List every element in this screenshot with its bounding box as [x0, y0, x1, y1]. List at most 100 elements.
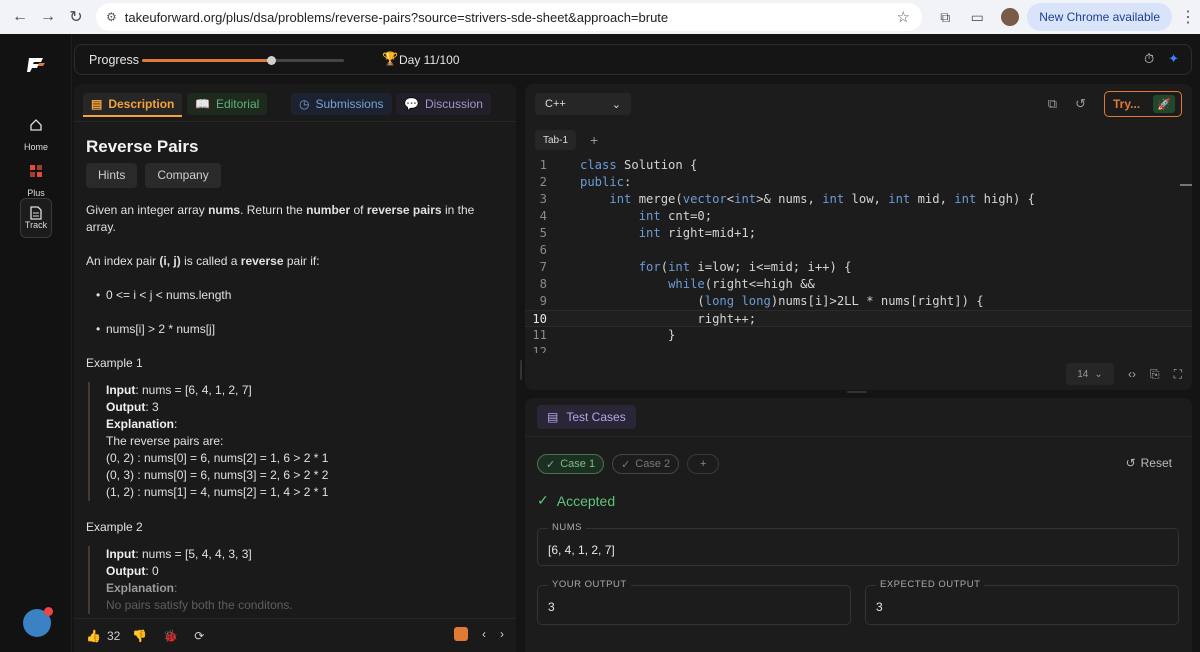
code-area[interactable]: 1 class Solution { 2 public: 3 int merge(vec… [525, 157, 1192, 353]
code-line[interactable]: 8 while(right<=high && [525, 276, 1192, 293]
code-line[interactable]: 2 public: [525, 174, 1192, 191]
share-icon: ⟳ [194, 628, 205, 643]
case-1-label: Case 1 [560, 458, 596, 470]
example-title: Example 1 [86, 356, 143, 370]
add-case-button[interactable]: + [687, 454, 720, 474]
result-status: ✓ Accepted [537, 492, 615, 509]
code-text: for(int i=low; i<=mid; i++) { [638, 260, 852, 274]
format-icon[interactable]: ⎘ [1150, 367, 1160, 382]
example-title: Example 2 [86, 520, 143, 534]
language-select[interactable]: C++ ⌄ [535, 93, 631, 115]
tab-submissions[interactable]: ◷ Submissions [291, 93, 392, 115]
rail-item-plus[interactable]: Plus [20, 156, 52, 198]
panel-resize-handle[interactable] [520, 360, 522, 380]
bookmark-star-icon[interactable]: ☆ [897, 8, 910, 26]
like-button[interactable]: 👍 32 [86, 629, 120, 643]
clock-icon: ◷ [299, 97, 310, 111]
try-button[interactable]: Try... 🚀 [1104, 91, 1182, 117]
code-line[interactable]: 7 for(int i=low; i<=mid; i++) { [525, 259, 1192, 276]
grid-icon [21, 156, 51, 186]
description-icon: ▤ [91, 97, 103, 111]
tab-editorial[interactable]: 📖 Editorial [187, 93, 268, 115]
reset-button[interactable]: ↺ Reset [1126, 456, 1172, 470]
rail-item-track[interactable]: Track [20, 198, 52, 240]
tab-description-label: Description [108, 97, 175, 111]
ai-sparkle-icon[interactable]: ✦ [1168, 51, 1179, 67]
profile-avatar[interactable] [1001, 8, 1020, 26]
code-brackets-icon[interactable]: ‹› [1128, 367, 1136, 381]
code-line[interactable]: 6 [525, 242, 1192, 259]
line-number: 1 [539, 158, 547, 172]
cast-icon[interactable]: ▭ [961, 3, 993, 31]
line-number: 8 [539, 277, 547, 291]
site-settings-icon[interactable]: ⚙ [106, 10, 117, 24]
back-icon[interactable]: ← [6, 3, 34, 31]
reload-icon[interactable]: ↻ [62, 3, 90, 31]
line-number: 9 [539, 294, 547, 308]
rail-item-home[interactable]: Home [20, 110, 52, 152]
font-size-select[interactable]: 14 ⌄ [1065, 363, 1114, 385]
explanation-label: Explanation [106, 581, 175, 595]
code-line[interactable]: 1 class Solution { [525, 157, 1192, 174]
progress-header: Progress 🏆 Day 11/100 ⏱ ✦ [74, 44, 1192, 75]
prev-icon[interactable]: ‹ [482, 627, 486, 641]
nums-field: NUMS [6, 4, 1, 2, 7] [537, 522, 1179, 566]
constraint-item: nums[i] > 2 * nums[j] [96, 321, 506, 338]
check-icon: ✓ [546, 458, 556, 471]
menu-icon[interactable]: ⋮ [1176, 7, 1200, 27]
tab-submissions-label: Submissions [315, 97, 384, 111]
editor-tab[interactable]: Tab-1 [535, 130, 577, 150]
problem-title: Reverse Pairs [86, 137, 199, 156]
copy-icon[interactable]: ⧉ [1048, 96, 1057, 112]
code-line[interactable]: 10 right++; [525, 310, 1192, 327]
thumbs-up-icon: 👍 [86, 628, 101, 643]
code-text: (long long)nums[i]>2LL * nums[right]) { [580, 294, 984, 308]
accepted-label: Accepted [556, 492, 616, 509]
statement-bold: reverse pairs [366, 203, 442, 217]
definition-bold: (i, j) [159, 254, 181, 268]
url-text: takeuforward.org/plus/dsa/problems/rever… [124, 9, 669, 25]
case-2-tab[interactable]: ✓ Case 2 [612, 454, 680, 474]
hints-chip[interactable]: Hints [86, 163, 138, 188]
statement-text: Given an integer array [86, 203, 205, 217]
test-icon: ▤ [547, 410, 559, 424]
constraints-list: 0 <= i < j < nums.length nums[i] > 2 * n… [96, 287, 506, 338]
case-1-tab[interactable]: ✓ Case 1 [537, 454, 605, 474]
rail-label-plus: Plus [27, 188, 45, 198]
forward-icon[interactable]: → [34, 3, 62, 31]
dislike-button[interactable]: 👎 [132, 629, 147, 643]
explanation-text: : [174, 417, 178, 431]
line-number: 12 [532, 345, 547, 353]
add-tab-icon[interactable]: + [590, 132, 598, 148]
timer-icon[interactable]: ⏱ [1144, 51, 1154, 67]
code-line[interactable]: 9 (long long)nums[i]>2LL * nums[right]) … [525, 293, 1192, 310]
bookmark-checkbox[interactable] [454, 627, 468, 641]
tab-description[interactable]: ▤ Description [83, 93, 183, 117]
tab-discussion[interactable]: 💬 Discussion [396, 93, 491, 115]
next-icon[interactable]: › [500, 627, 504, 641]
test-cases-label: Test Cases [566, 410, 626, 424]
reset-label: Reset [1140, 456, 1172, 470]
test-cases-tab[interactable]: ▤ Test Cases [537, 405, 636, 429]
vertical-resize-handle[interactable] [847, 391, 867, 393]
fullscreen-icon[interactable]: ⛶ [1174, 367, 1182, 382]
code-line[interactable]: 12 [525, 344, 1192, 353]
code-line[interactable]: 3 int merge(vector<int>& nums, int low, … [525, 191, 1192, 208]
code-line[interactable]: 5 int right=mid+1; [525, 225, 1192, 242]
share-button[interactable]: ⟳ [194, 629, 204, 643]
new-chrome-button[interactable]: New Chrome available [1027, 3, 1172, 31]
explanation-text: : [174, 581, 178, 595]
try-label: Try... [1113, 97, 1141, 111]
code-line[interactable]: 4 int cnt=0; [525, 208, 1192, 225]
report-bug-button[interactable]: 🐞 [163, 629, 178, 643]
code-line[interactable]: 11 } [525, 327, 1192, 344]
reset-code-icon[interactable]: ↺ [1075, 96, 1086, 112]
company-chip[interactable]: Company [145, 163, 221, 188]
language-value: C++ [545, 98, 566, 110]
address-bar[interactable]: ⚙ takeuforward.org/plus/dsa/problems/rev… [96, 3, 922, 31]
code-text: class Solution { [580, 158, 698, 172]
divider [525, 436, 1192, 437]
tab-discussion-label: Discussion [424, 97, 483, 111]
expected-output-value: 3 [876, 600, 883, 614]
extensions-icon[interactable]: ⧉ [929, 3, 961, 31]
